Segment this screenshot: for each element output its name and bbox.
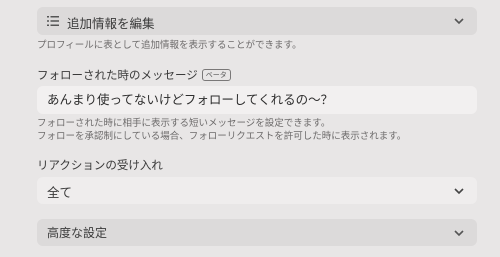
chevron-down-icon <box>454 187 464 194</box>
follow-message-help: フォローされた時に相手に表示する短いメッセージを設定できます。 フォローを承認制… <box>37 117 406 143</box>
follow-message-input[interactable]: あんまり使ってないけどフォローしてくれるの～？ <box>37 86 477 114</box>
advanced-settings-section[interactable]: 高度な設定 <box>37 219 477 246</box>
follow-message-help-line2: フォローを承認制にしている場合、フォローリクエストを許可した時に表示されます。 <box>37 131 407 142</box>
list-icon <box>47 16 59 26</box>
additional-info-section[interactable]: 追加情報を編集 <box>37 7 477 35</box>
reaction-acceptance-select[interactable]: 全て <box>37 177 477 204</box>
follow-message-label-text: フォローされた時のメッセージ <box>37 68 198 82</box>
additional-info-label: 追加情報を編集 <box>67 16 155 31</box>
beta-badge: ベータ <box>201 69 231 81</box>
chevron-down-icon <box>454 18 464 25</box>
follow-message-label: フォローされた時のメッセージ ベータ <box>37 67 231 83</box>
advanced-settings-label: 高度な設定 <box>47 226 108 240</box>
reaction-acceptance-label: リアクションの受け入れ <box>37 158 163 172</box>
chevron-down-icon <box>454 229 464 236</box>
follow-message-help-line1: フォローされた時に相手に表示する短いメッセージを設定できます。 <box>37 118 331 129</box>
profile-help-text: プロフィールに表として追加情報を表示することができます。 <box>37 40 302 51</box>
reaction-selected-value: 全て <box>47 185 73 200</box>
